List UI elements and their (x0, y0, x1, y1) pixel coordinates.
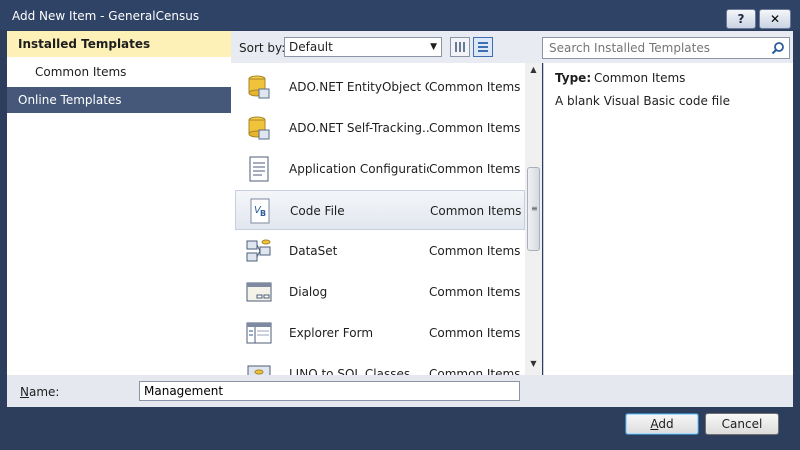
template-name: Dialog (289, 285, 328, 299)
window-title: Add New Item - GeneralCensus (12, 9, 200, 23)
database-icon (248, 75, 270, 99)
type-value: Common Items (594, 71, 686, 85)
template-name: Explorer Form (289, 326, 374, 340)
template-description: A blank Visual Basic code file (555, 94, 730, 108)
sort-by-value: Default (289, 40, 333, 54)
template-category: Common Items (429, 121, 521, 135)
grid-view-icon (455, 42, 465, 52)
template-name: Application Configuratio... (289, 162, 429, 176)
search-icon[interactable] (771, 41, 785, 55)
config-file-icon (249, 156, 269, 182)
cancel-button[interactable]: Cancel (705, 413, 779, 435)
name-input[interactable] (139, 381, 520, 401)
template-name: LINQ to SQL Classes (289, 367, 411, 375)
add-button-label: dd (658, 417, 674, 431)
template-name: ADO.NET EntityObject G... (289, 80, 429, 94)
template-list: ADO.NET EntityObject G... Common Items A… (231, 63, 542, 375)
sidebar-item-common-items[interactable]: Common Items (7, 59, 231, 85)
chevron-down-icon: ▼ (430, 42, 437, 52)
template-name: ADO.NET Self-Tracking... (289, 121, 429, 135)
scroll-down-icon[interactable]: ▼ (525, 359, 542, 373)
sidebar-item-installed-templates[interactable]: Installed Templates (7, 31, 231, 57)
database-icon (248, 116, 270, 140)
sidebar-item-online-templates[interactable]: Online Templates (7, 87, 231, 113)
medium-icons-view-button[interactable] (450, 37, 470, 57)
svg-text:B: B (260, 209, 266, 218)
template-list-scrollbar[interactable]: ▲ ≡ ▼ (525, 63, 542, 375)
template-details-pane: Type: Common Items A blank Visual Basic … (543, 63, 793, 375)
sort-by-dropdown[interactable]: Default ▼ (284, 37, 442, 57)
dataset-icon (246, 239, 271, 262)
add-button[interactable]: Add (625, 413, 699, 435)
linq-icon (247, 365, 271, 375)
search-box (542, 37, 790, 59)
template-row-explorer-form[interactable]: Explorer Form Common Items (235, 313, 525, 353)
name-label-text: ame: (28, 385, 60, 399)
help-button[interactable]: ? (726, 9, 756, 29)
template-categories-pane: Installed Templates Common Items Online … (7, 31, 231, 375)
template-category: Common Items (429, 285, 521, 299)
name-label: Name: (20, 385, 59, 399)
list-view-icon (478, 42, 488, 52)
name-bar: Name: (7, 375, 793, 407)
search-input[interactable] (543, 38, 763, 58)
template-row-application-configuration[interactable]: Application Configuratio... Common Items (235, 149, 525, 189)
details-view-button[interactable] (473, 37, 493, 57)
scrollbar-thumb[interactable]: ≡ (527, 167, 540, 251)
template-row-linq-to-sql[interactable]: LINQ to SQL Classes Common Items (235, 354, 525, 375)
template-name: Code File (290, 204, 345, 218)
template-row-dataset[interactable]: DataSet Common Items (235, 231, 525, 271)
template-category: Common Items (429, 80, 521, 94)
type-label: Type: (555, 71, 592, 85)
template-row-code-file[interactable]: V B Code File Common Items (235, 190, 525, 230)
template-name: DataSet (289, 244, 338, 258)
template-category: Common Items (429, 326, 521, 340)
template-row-ado-self-tracking[interactable]: ADO.NET Self-Tracking... Common Items (235, 108, 525, 148)
dialog-icon (246, 282, 272, 302)
template-category: Common Items (429, 367, 521, 375)
grip-icon: ≡ (531, 204, 538, 213)
vb-code-file-icon: V B (250, 198, 270, 224)
template-row-ado-entityobject[interactable]: ADO.NET EntityObject G... Common Items (235, 67, 525, 107)
template-category: Common Items (429, 162, 521, 176)
name-label-accesskey: N (20, 385, 29, 399)
template-category: Common Items (429, 244, 521, 258)
template-category: Common Items (430, 204, 522, 218)
scroll-up-icon[interactable]: ▲ (525, 65, 542, 79)
add-new-item-dialog: Add New Item - GeneralCensus ? ✕ Install… (0, 0, 800, 450)
explorer-form-icon (246, 322, 272, 344)
close-button[interactable]: ✕ (759, 9, 791, 29)
title-bar: Add New Item - GeneralCensus ? ✕ (0, 0, 800, 30)
templates-toolbar: Sort by: Default ▼ (231, 31, 793, 63)
sort-by-label: Sort by: (239, 41, 286, 55)
template-row-dialog[interactable]: Dialog Common Items (235, 272, 525, 312)
